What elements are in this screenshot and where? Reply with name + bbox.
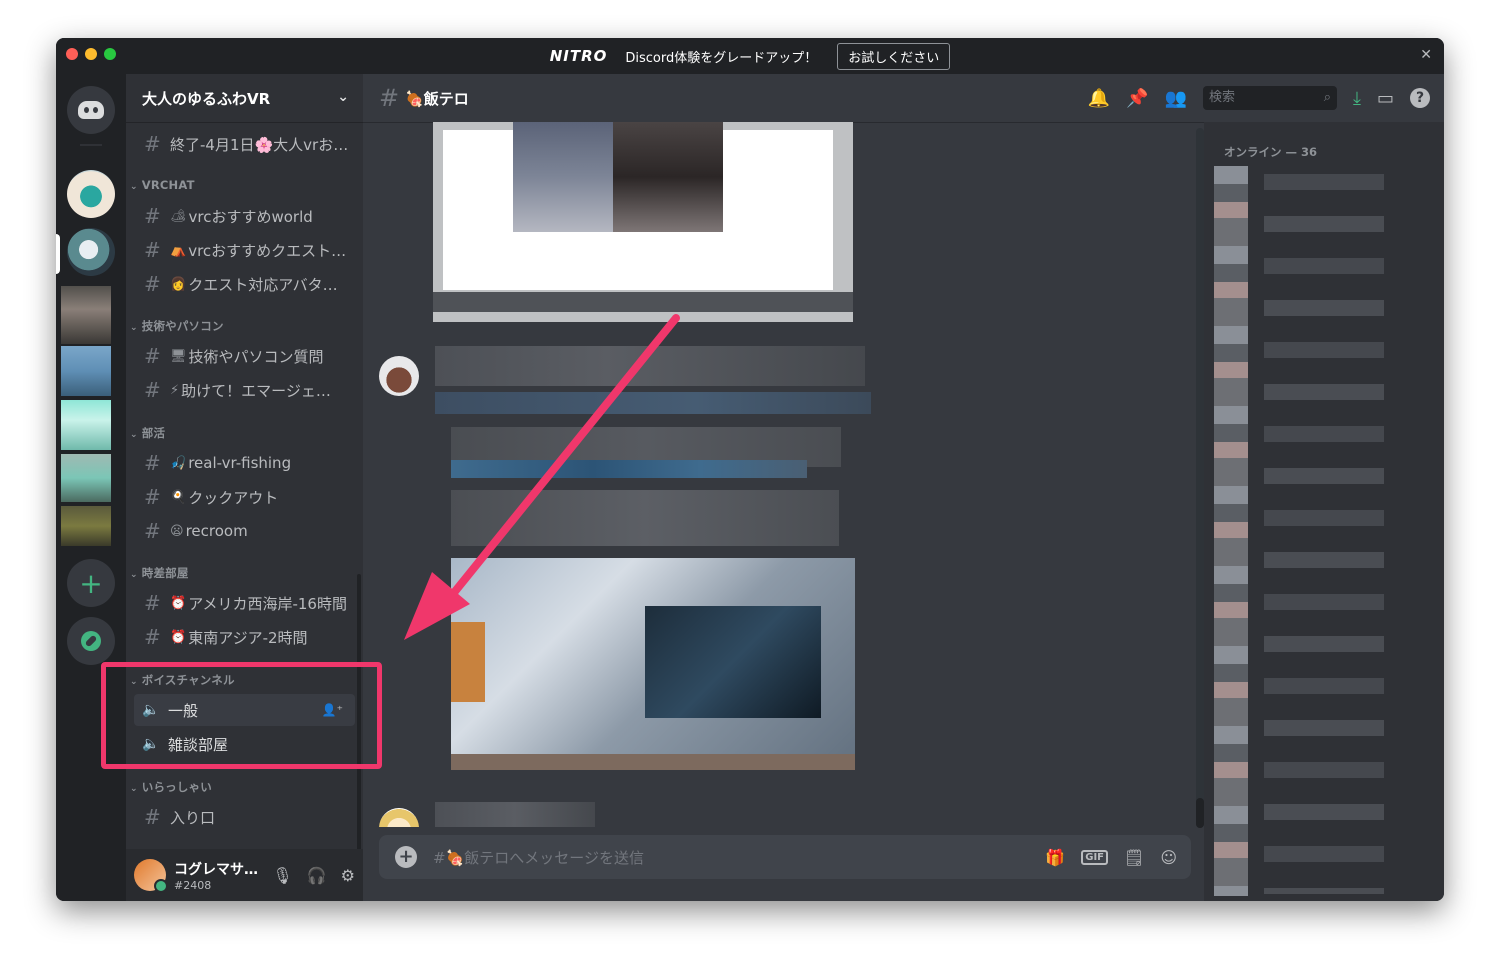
annotation-arrow [404, 314, 680, 640]
